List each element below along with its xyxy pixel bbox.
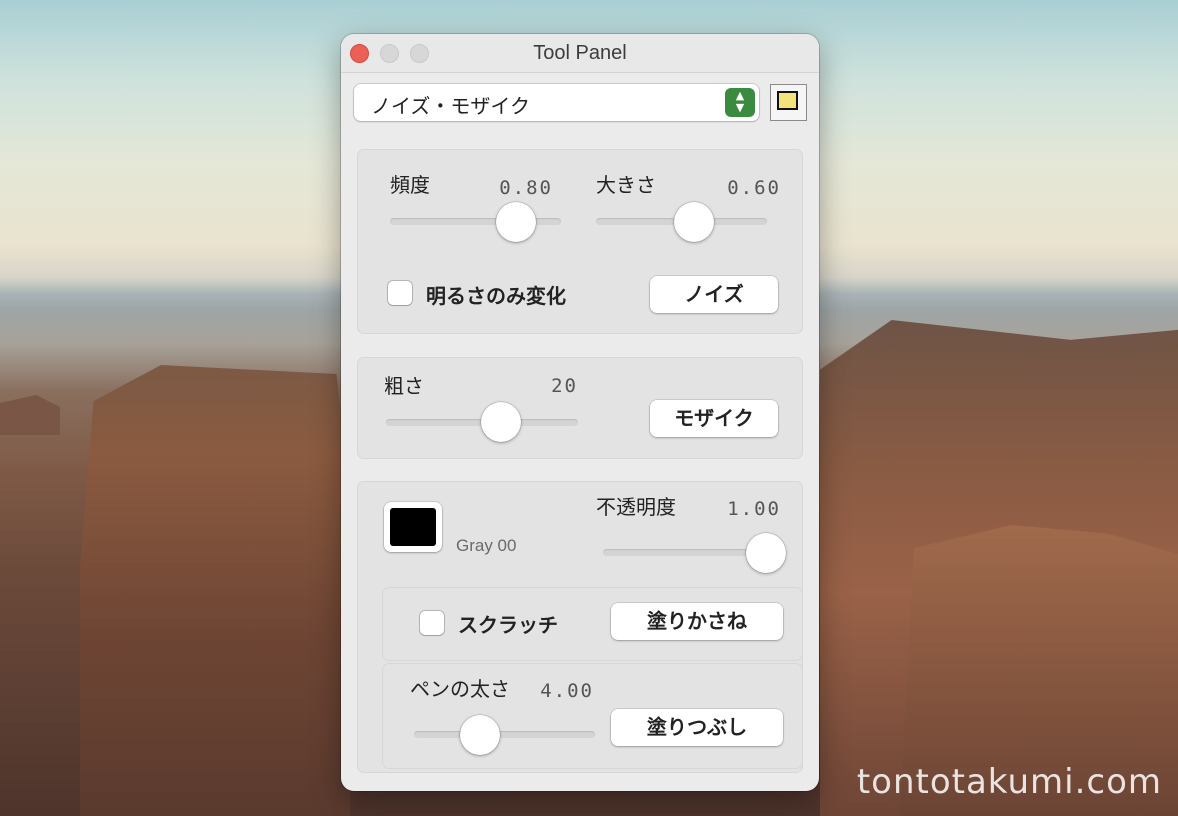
mosaic-button[interactable]: モザイク xyxy=(650,400,778,437)
brightness-only-label: 明るさのみ変化 xyxy=(426,284,566,308)
size-label: 大きさ xyxy=(596,173,656,197)
noise-button[interactable]: ノイズ xyxy=(650,276,778,313)
mosaic-group: 粗さ 20 モザイク xyxy=(357,357,803,459)
overlapping-squares-icon xyxy=(771,85,806,120)
scratch-checkbox[interactable] xyxy=(420,611,444,635)
watermark: tontotakumi.com xyxy=(856,762,1162,802)
frequency-slider-knob[interactable] xyxy=(496,202,536,242)
color-swatch-fill xyxy=(390,508,436,546)
pen-width-subgroup: ペンの太さ 4.00 塗りつぶし xyxy=(382,663,803,769)
title-bar[interactable]: Tool Panel xyxy=(341,34,819,73)
pen-width-value: 4.00 xyxy=(540,680,594,702)
brightness-only-checkbox[interactable] xyxy=(388,281,412,305)
opacity-slider-knob[interactable] xyxy=(746,533,786,573)
coarseness-slider-knob[interactable] xyxy=(481,402,521,442)
noise-group: 頻度 0.80 大きさ 0.60 明るさのみ変化 ノイズ xyxy=(357,149,803,334)
frequency-label: 頻度 xyxy=(390,173,430,197)
tool-panel-window: Tool Panel ノイズ・モザイク ▲ ▼ 頻度 0.80 大きさ 0.60 … xyxy=(341,34,819,791)
pen-width-label: ペンの太さ xyxy=(410,677,510,701)
color-swatch[interactable] xyxy=(384,502,442,552)
frequency-value: 0.80 xyxy=(499,177,553,199)
pen-width-slider-knob[interactable] xyxy=(460,715,500,755)
background-mesa-left xyxy=(80,365,350,816)
tool-select-value: ノイズ・モザイク xyxy=(371,94,530,118)
pen-width-slider-track[interactable] xyxy=(414,731,595,738)
size-value: 0.60 xyxy=(727,177,781,199)
coarseness-value: 20 xyxy=(551,375,578,397)
background-rock xyxy=(0,395,60,435)
coarseness-label: 粗さ xyxy=(384,374,424,398)
color-name: Gray 00 xyxy=(456,536,517,555)
paint-group: Gray 00 不透明度 1.00 スクラッチ 塗りかさね ペンの太さ 4.00… xyxy=(357,481,803,773)
overpaint-button[interactable]: 塗りかさね xyxy=(611,603,783,640)
layer-toggle-button[interactable] xyxy=(770,84,807,121)
size-slider-knob[interactable] xyxy=(674,202,714,242)
chevron-up-down-icon: ▲ ▼ xyxy=(725,88,755,117)
scratch-label: スクラッチ xyxy=(458,613,558,637)
tool-select-popup[interactable]: ノイズ・モザイク ▲ ▼ xyxy=(354,84,759,121)
window-title: Tool Panel xyxy=(533,42,627,64)
opacity-label: 不透明度 xyxy=(596,495,676,519)
scratch-subgroup: スクラッチ 塗りかさね xyxy=(382,587,803,661)
fill-button[interactable]: 塗りつぶし xyxy=(611,709,783,746)
opacity-value: 1.00 xyxy=(727,498,781,520)
